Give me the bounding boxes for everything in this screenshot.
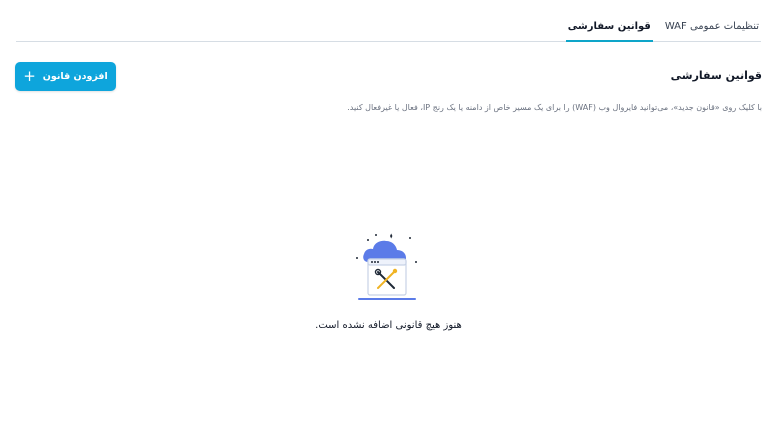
add-rule-button[interactable]: افزودن قانون + xyxy=(15,62,116,91)
empty-cloud-tools-icon xyxy=(356,233,417,300)
add-rule-button-label: افزودن قانون xyxy=(42,71,108,82)
tab-custom-rules[interactable]: قوانین سفارشی xyxy=(565,14,653,42)
plus-icon: + xyxy=(23,67,36,85)
tab-general-settings[interactable]: تنظیمات عمومی WAF xyxy=(663,14,761,42)
section-title: قوانین سفارشی xyxy=(670,69,762,82)
tab-bar: تنظیمات عمومی WAF قوانین سفارشی xyxy=(16,14,761,42)
empty-state-message: هنوز هیچ قانونی اضافه نشده است. xyxy=(315,320,462,331)
custom-rules-page: تنظیمات عمومی WAF قوانین سفارشی قوانین س… xyxy=(0,0,777,447)
section-description: با کلیک روی «قانون جدید»، می‌توانید فایر… xyxy=(347,103,762,112)
